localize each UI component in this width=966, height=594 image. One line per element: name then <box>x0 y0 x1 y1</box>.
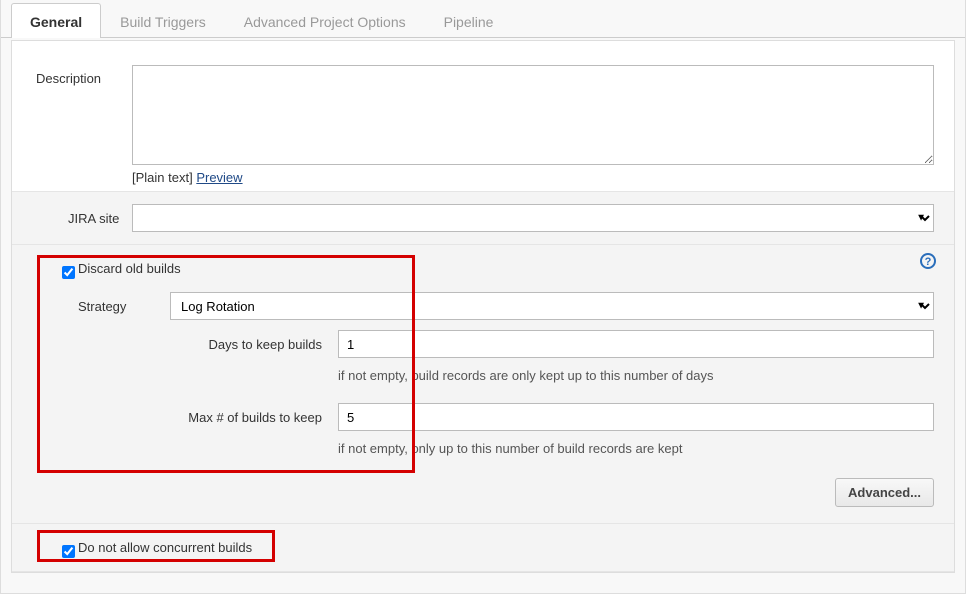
jira-section: JIRA site ▼ <box>12 191 954 244</box>
advanced-button[interactable]: Advanced... <box>835 478 934 507</box>
tab-advanced-project-options[interactable]: Advanced Project Options <box>225 3 425 38</box>
job-config-page: General Build Triggers Advanced Project … <box>0 0 966 594</box>
config-content: Description [Plain text] Preview JIRA si… <box>11 40 955 573</box>
plain-text-label: [Plain text] <box>132 170 196 185</box>
config-tabs: General Build Triggers Advanced Project … <box>1 2 965 38</box>
days-to-keep-label: Days to keep builds <box>58 337 338 352</box>
jira-site-select[interactable] <box>132 204 934 232</box>
tab-pipeline[interactable]: Pipeline <box>425 3 513 38</box>
discard-checkbox-row: Discard old builds <box>12 251 954 286</box>
days-to-keep-input[interactable] <box>338 330 934 358</box>
jira-label: JIRA site <box>12 205 132 232</box>
description-row: Description [Plain text] Preview <box>12 41 954 191</box>
preview-link[interactable]: Preview <box>196 170 242 185</box>
discard-section: ? Discard old builds Strategy Log Rotati… <box>12 244 954 523</box>
tab-general[interactable]: General <box>11 3 101 38</box>
no-concurrent-builds-checkbox[interactable] <box>62 545 75 558</box>
tab-build-triggers[interactable]: Build Triggers <box>101 3 225 38</box>
max-builds-row: Max # of builds to keep <box>58 399 954 433</box>
concurrent-checkbox-row: Do not allow concurrent builds <box>12 530 954 565</box>
discard-details: Strategy Log Rotation ▼ Days to keep bui… <box>12 286 954 517</box>
concurrent-section: Do not allow concurrent builds <box>12 523 954 572</box>
max-builds-label: Max # of builds to keep <box>58 410 338 425</box>
max-builds-input[interactable] <box>338 403 934 431</box>
strategy-select[interactable]: Log Rotation <box>170 292 934 320</box>
days-to-keep-row: Days to keep builds <box>58 326 954 360</box>
description-format-row: [Plain text] Preview <box>132 170 934 185</box>
description-label: Description <box>12 65 132 92</box>
no-concurrent-builds-label: Do not allow concurrent builds <box>78 540 252 555</box>
max-builds-hint: if not empty, only up to this number of … <box>338 433 682 460</box>
description-textarea[interactable] <box>132 65 934 165</box>
days-to-keep-hint: if not empty, build records are only kep… <box>338 360 714 387</box>
discard-old-builds-label: Discard old builds <box>78 261 181 276</box>
discard-old-builds-checkbox[interactable] <box>62 266 75 279</box>
strategy-label: Strategy <box>58 293 170 320</box>
